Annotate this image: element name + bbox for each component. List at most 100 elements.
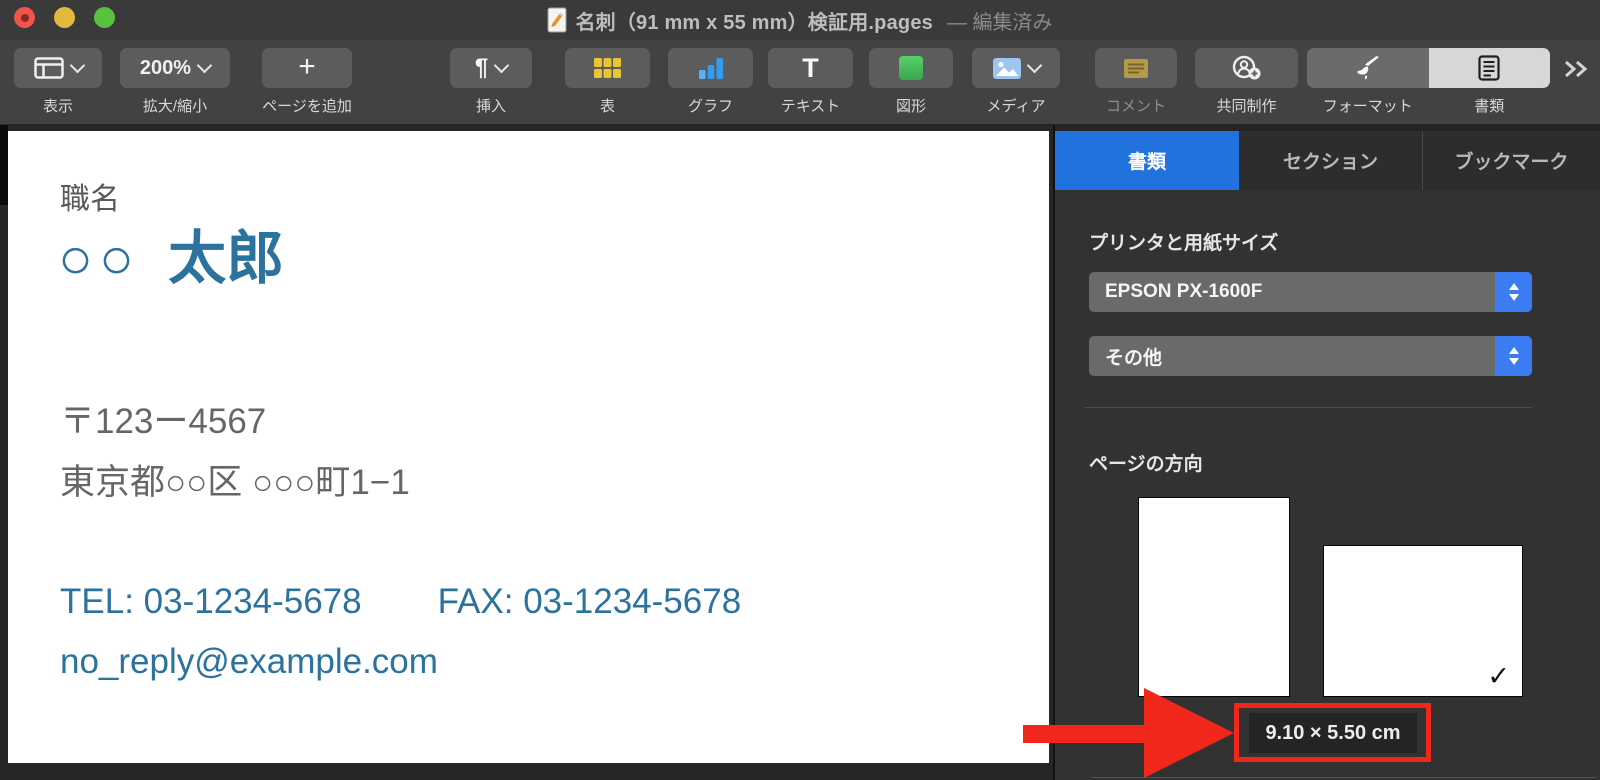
page-size-label: 9.10 × 5.50 cm [1249,713,1417,753]
annotation-red-arrow-head [1144,688,1234,778]
add-page-label: ページを追加 [262,98,352,115]
shape-button[interactable] [869,48,953,88]
toolbar-item-insert: ¶ 挿入 [450,48,532,116]
canvas-corner-notch [0,125,8,205]
chart-label: グラフ [687,98,733,115]
comment-note-icon [1124,58,1148,78]
zoom-label: 拡大/縮小 [142,98,208,115]
window-titlebar: 名刺（91 mm x 55 mm）検証用.pages — 編集済み [0,0,1600,40]
comment-label: コメント [1105,98,1166,115]
toolbar-item-comment: コメント [1095,48,1177,116]
toolbar-item-add-page: + ページを追加 [262,48,352,116]
toolbar-item-shape: 図形 [869,48,953,116]
landscape-orientation-option[interactable]: ✓ [1323,545,1523,697]
view-button[interactable] [14,48,102,88]
chevron-down-icon [196,57,213,74]
paper-size-select[interactable]: その他 [1089,336,1532,376]
portrait-orientation-option[interactable] [1138,497,1290,697]
close-button[interactable] [14,7,35,28]
plus-icon: + [298,49,316,83]
table-button[interactable] [565,48,650,88]
printer-select-value: EPSON PX-1600F [1105,281,1263,302]
name-placeholder-circles: ○○ [58,226,141,291]
traffic-lights [14,7,115,28]
unsaved-dot-icon [20,13,29,22]
printer-select[interactable]: EPSON PX-1600F [1089,272,1532,312]
collaborate-label: 共同制作 [1216,98,1277,115]
document-panel-icon [1478,55,1500,81]
select-stepper-icon [1495,272,1532,312]
toolbar-item-text: T テキスト [768,48,853,116]
table-icon [594,58,621,78]
document-inspector-panel: 書類 セクション ブックマーク プリンタと用紙サイズ EPSON PX-1600… [1053,125,1600,780]
toolbar-item-table: 表 [565,48,650,116]
toolbar-item-zoom: 200% 拡大/縮小 [120,48,230,116]
window-title: 名刺（91 mm x 55 mm）検証用.pages [575,11,933,34]
selected-check-icon: ✓ [1487,661,1510,691]
tab-bookmark[interactable]: ブックマーク [1423,131,1600,190]
zoom-window-button[interactable] [94,7,115,28]
page-tel-fax-text[interactable]: TEL: 03-1234-5678 FAX: 03-1234-5678 [60,582,742,622]
tel-text: TEL: 03-1234-5678 [60,582,362,621]
shape-square-icon [899,56,923,80]
collaborate-button[interactable] [1195,48,1298,88]
main-area: 職名 ○○ 太郎 〒123ー4567 東京都○○区 ○○○町1−1 TEL: 03… [0,125,1600,780]
tab-section[interactable]: セクション [1239,131,1423,190]
annotation-red-arrow-shaft [1023,725,1145,743]
zoom-level-button[interactable]: 200% [120,48,230,88]
select-stepper-icon [1495,336,1532,376]
page-job-title-text[interactable]: 職名 [60,183,120,216]
zoom-value: 200% [139,56,192,79]
media-label: メディア [986,98,1046,115]
page-email-text[interactable]: no_reply@example.com [60,642,438,682]
chevron-down-icon [493,57,510,74]
add-page-button[interactable]: + [262,48,352,88]
document-panel-label: 書類 [1474,98,1505,115]
fax-text: FAX: 03-1234-5678 [437,582,742,621]
view-layout-icon [33,57,64,79]
section-divider [1085,407,1533,408]
text-label: テキスト [780,98,841,115]
toolbar-overflow-button[interactable] [1563,60,1591,78]
format-button[interactable] [1307,48,1429,88]
page-name-text[interactable]: ○○ 太郎 [58,227,284,291]
format-label: フォーマット [1322,98,1413,115]
chevron-down-icon [69,57,85,74]
minimize-button[interactable] [54,7,75,28]
name-main-text: 太郎 [168,226,285,291]
toolbar-item-media: メディア [972,48,1060,116]
bar-chart-icon [698,57,724,79]
toolbar-item-collaborate: 共同制作 [1195,48,1298,116]
toolbar-item-view: 表示 [14,48,102,116]
page-address-text[interactable]: 東京都○○区 ○○○町1−1 [60,463,410,503]
chart-button[interactable] [668,48,753,88]
insert-label: 挿入 [475,98,506,115]
view-label: 表示 [42,98,73,115]
table-label: 表 [599,98,615,115]
page-postal-code-text[interactable]: 〒123ー4567 [60,402,266,442]
shape-label: 図形 [895,98,926,115]
media-photo-icon [992,57,1021,79]
tab-document[interactable]: 書類 [1055,131,1239,190]
document-panel-button[interactable] [1428,48,1550,88]
printer-section-label: プリンタと用紙サイズ [1089,233,1279,254]
toolbar: 表示 200% 拡大/縮小 + ページを追加 ¶ 挿入 表 グラフ T テキスト… [0,40,1600,125]
pilcrow-icon: ¶ [474,54,489,81]
window-edited-status: — 編集済み [946,11,1053,34]
inspector-tabs: 書類 セクション ブックマーク [1055,131,1600,190]
orientation-section-label: ページの方向 [1089,454,1203,475]
document-file-icon [547,7,567,33]
double-chevron-right-icon [1563,60,1591,78]
chevron-down-icon [1026,57,1042,74]
collaborate-person-icon [1232,55,1262,81]
comment-button[interactable] [1095,48,1177,88]
paper-size-select-value: その他 [1105,347,1163,369]
media-button[interactable] [972,48,1060,88]
toolbar-item-inspector-segments: フォーマット 書類 [1307,48,1550,116]
text-button[interactable]: T [768,48,853,88]
format-brush-icon [1355,56,1381,80]
document-page[interactable]: 職名 ○○ 太郎 〒123ー4567 東京都○○区 ○○○町1−1 TEL: 03… [8,131,1049,763]
window-title-group: 名刺（91 mm x 55 mm）検証用.pages — 編集済み [547,6,1053,35]
insert-button[interactable]: ¶ [450,48,532,88]
document-canvas[interactable]: 職名 ○○ 太郎 〒123ー4567 東京都○○区 ○○○町1−1 TEL: 03… [0,125,1053,780]
